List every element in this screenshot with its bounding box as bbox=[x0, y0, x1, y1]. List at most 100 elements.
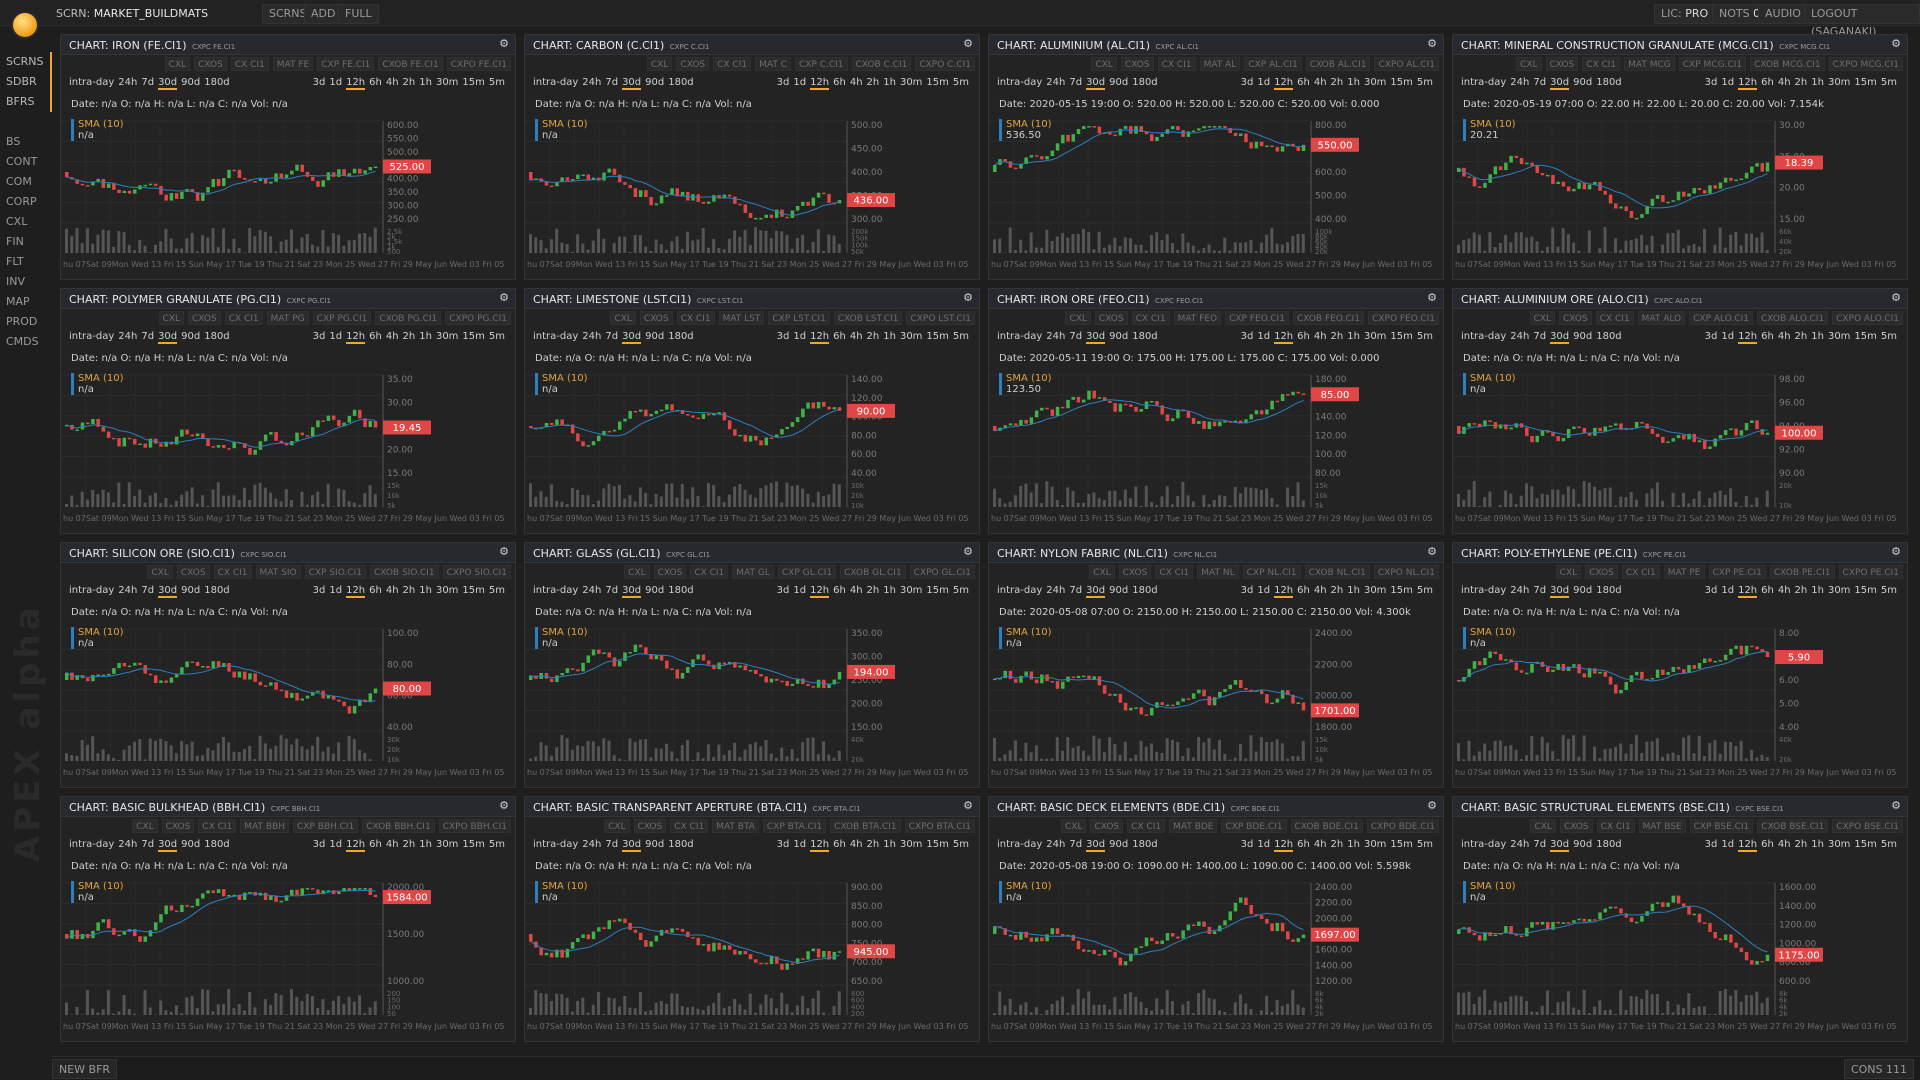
command-button[interactable]: CXP FE.CI1 bbox=[317, 57, 375, 71]
chart-panel-bta-ci1[interactable]: CHART: BASIC TRANSPARENT APERTURE (BTA.C… bbox=[524, 796, 980, 1042]
range-option[interactable]: 90d bbox=[1573, 585, 1592, 596]
range-option[interactable]: 90d bbox=[1109, 839, 1128, 850]
range-option[interactable]: 24h bbox=[1510, 77, 1529, 88]
app-logo-icon[interactable] bbox=[13, 13, 37, 37]
price-chart[interactable]: 900.00850.00800.00750.00700.00650.008006… bbox=[525, 877, 980, 1035]
range-option[interactable]: 90d bbox=[645, 77, 664, 88]
interval-option[interactable]: 12h bbox=[346, 77, 366, 90]
range-option[interactable]: 24h bbox=[1046, 839, 1065, 850]
interval-option[interactable]: 30m bbox=[1828, 585, 1850, 596]
interval-option[interactable]: 30m bbox=[436, 585, 458, 596]
full-button[interactable]: FULL bbox=[338, 4, 379, 24]
range-option[interactable]: 90d bbox=[181, 585, 200, 596]
command-button[interactable]: CXL bbox=[610, 311, 636, 325]
audio-button[interactable]: AUDIO bbox=[1758, 4, 1808, 24]
range-option[interactable]: 30d bbox=[158, 77, 178, 90]
range-option[interactable]: intra-day bbox=[1461, 839, 1506, 850]
interval-option[interactable]: 30m bbox=[1364, 585, 1386, 596]
interval-option[interactable]: 1d bbox=[1721, 839, 1734, 850]
range-option[interactable]: intra-day bbox=[997, 585, 1042, 596]
command-button[interactable]: CXL bbox=[1529, 311, 1555, 325]
command-button[interactable]: CXOS bbox=[1118, 565, 1152, 579]
sidebar-item-map[interactable]: MAP bbox=[0, 292, 52, 312]
range-option[interactable]: intra-day bbox=[69, 77, 114, 88]
price-chart[interactable]: 8.007.006.005.004.0040k20k5.90hu 07Sat 0… bbox=[1453, 623, 1908, 781]
interval-option[interactable]: 1h bbox=[419, 77, 432, 88]
range-option[interactable]: 30d bbox=[1086, 77, 1106, 90]
range-option[interactable]: 180d bbox=[1132, 331, 1157, 342]
command-button[interactable]: CXOS bbox=[653, 565, 687, 579]
range-option[interactable]: 180d bbox=[204, 585, 229, 596]
interval-option[interactable]: 4h bbox=[850, 77, 863, 88]
command-button[interactable]: CXL bbox=[147, 565, 173, 579]
command-button[interactable]: MAT BSE bbox=[1638, 819, 1686, 833]
interval-option[interactable]: 15m bbox=[462, 839, 484, 850]
command-button[interactable]: CXOB PG.CI1 bbox=[375, 311, 442, 325]
command-button[interactable]: MAT PG bbox=[266, 311, 309, 325]
range-option[interactable]: 24h bbox=[1046, 585, 1065, 596]
command-button[interactable]: CX CI1 bbox=[1155, 565, 1194, 579]
command-button[interactable]: CXPO FEO.CI1 bbox=[1368, 311, 1439, 325]
range-option[interactable]: 90d bbox=[645, 331, 664, 342]
interval-option[interactable]: 2h bbox=[1331, 331, 1344, 342]
interval-option[interactable]: 15m bbox=[1390, 77, 1412, 88]
sidebar-item-cxl[interactable]: CXL bbox=[0, 212, 52, 232]
command-button[interactable]: CXOB C.CI1 bbox=[851, 57, 912, 71]
chart-panel-pe-ci1[interactable]: CHART: POLY-ETHYLENE (PE.CI1) CXPC PE.CI… bbox=[1452, 542, 1908, 788]
sidebar-item-prod[interactable]: PROD bbox=[0, 312, 52, 332]
command-button[interactable]: CXP NL.CI1 bbox=[1242, 565, 1301, 579]
price-chart[interactable]: 100.0080.0060.0040.0030k20k10k80.00hu 07… bbox=[61, 623, 516, 781]
interval-option[interactable]: 1h bbox=[883, 77, 896, 88]
range-option[interactable]: 180d bbox=[1132, 585, 1157, 596]
command-button[interactable]: CX CI1 bbox=[1157, 57, 1196, 71]
command-button[interactable]: CXOB GL.CI1 bbox=[840, 565, 906, 579]
interval-option[interactable]: 1d bbox=[1257, 331, 1270, 342]
command-button[interactable]: CXOS bbox=[633, 819, 667, 833]
interval-option[interactable]: 1d bbox=[1721, 585, 1734, 596]
sidebar-item-fin[interactable]: FIN bbox=[0, 232, 52, 252]
chart-panel-lst-ci1[interactable]: CHART: LIMESTONE (LST.CI1) CXPC LST.CI1 … bbox=[524, 288, 980, 534]
command-button[interactable]: CXOB MCG.CI1 bbox=[1750, 57, 1825, 71]
sidebar-item-corp[interactable]: CORP bbox=[0, 192, 52, 212]
interval-option[interactable]: 6h bbox=[1297, 331, 1310, 342]
screen-name[interactable]: MARKET_BUILDMATS bbox=[94, 7, 208, 20]
range-option[interactable]: 30d bbox=[1086, 839, 1106, 852]
gear-icon[interactable]: ⚙ bbox=[1427, 545, 1437, 558]
range-option[interactable]: intra-day bbox=[997, 839, 1042, 850]
interval-option[interactable]: 4h bbox=[386, 585, 399, 596]
range-option[interactable]: intra-day bbox=[1461, 77, 1506, 88]
interval-option[interactable]: 15m bbox=[1854, 331, 1876, 342]
gear-icon[interactable]: ⚙ bbox=[499, 545, 509, 558]
range-option[interactable]: intra-day bbox=[69, 331, 114, 342]
command-button[interactable]: CXL bbox=[646, 57, 673, 71]
command-button[interactable]: MAT GL bbox=[732, 565, 774, 579]
interval-option[interactable]: 2h bbox=[403, 77, 416, 88]
gear-icon[interactable]: ⚙ bbox=[963, 799, 973, 812]
range-option[interactable]: intra-day bbox=[533, 331, 578, 342]
range-option[interactable]: 24h bbox=[118, 331, 137, 342]
range-option[interactable]: 30d bbox=[622, 77, 642, 90]
command-button[interactable]: MAT NL bbox=[1197, 565, 1239, 579]
interval-option[interactable]: 5m bbox=[1417, 839, 1433, 850]
range-option[interactable]: 180d bbox=[1596, 331, 1621, 342]
command-button[interactable]: CXP AL.CI1 bbox=[1244, 57, 1302, 71]
range-option[interactable]: 24h bbox=[1510, 585, 1529, 596]
interval-option[interactable]: 4h bbox=[386, 331, 399, 342]
interval-option[interactable]: 15m bbox=[1390, 585, 1412, 596]
command-button[interactable]: CX CI1 bbox=[1595, 311, 1634, 325]
gear-icon[interactable]: ⚙ bbox=[1427, 37, 1437, 50]
range-option[interactable]: 180d bbox=[1132, 77, 1157, 88]
panel-header[interactable]: CHART: MINERAL CONSTRUCTION GRANULATE (M… bbox=[1453, 35, 1907, 55]
interval-option[interactable]: 5m bbox=[1881, 331, 1897, 342]
panel-header[interactable]: CHART: BASIC TRANSPARENT APERTURE (BTA.C… bbox=[525, 797, 979, 817]
range-option[interactable]: 24h bbox=[582, 585, 601, 596]
interval-option[interactable]: 12h bbox=[346, 839, 366, 852]
command-button[interactable]: CX CI1 bbox=[213, 565, 252, 579]
command-button[interactable]: CXL bbox=[1060, 819, 1087, 833]
command-button[interactable]: CXPO SIO.CI1 bbox=[442, 565, 511, 579]
interval-option[interactable]: 5m bbox=[489, 585, 505, 596]
gear-icon[interactable]: ⚙ bbox=[1427, 291, 1437, 304]
interval-option[interactable]: 2h bbox=[1795, 839, 1808, 850]
panel-header[interactable]: CHART: POLY-ETHYLENE (PE.CI1) CXPC PE.CI… bbox=[1453, 543, 1907, 563]
command-button[interactable]: MAT MCG bbox=[1624, 57, 1675, 71]
